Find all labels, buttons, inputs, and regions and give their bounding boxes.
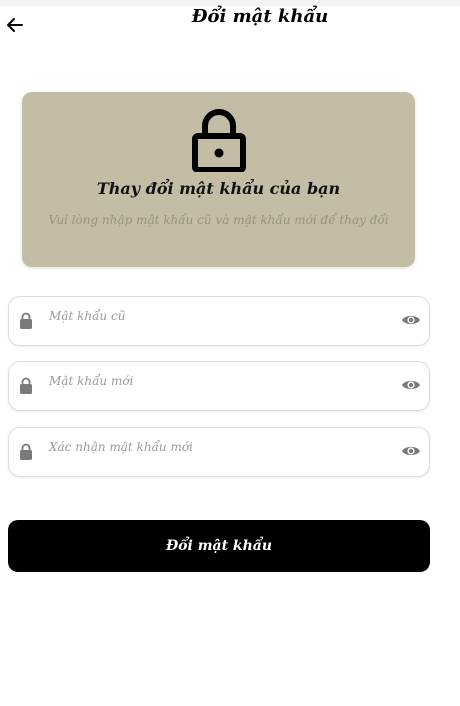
lock-icon — [20, 377, 32, 394]
page-title: Đổi mật khẩu — [191, 6, 329, 27]
lock-icon — [192, 109, 246, 172]
new-password-placeholder: Mật khẩu mới — [49, 374, 134, 388]
eye-icon[interactable] — [401, 313, 421, 327]
lock-icon — [20, 443, 32, 460]
old-password-placeholder: Mật khẩu cũ — [49, 309, 126, 323]
eye-icon[interactable] — [401, 378, 421, 392]
change-password-screen: Đổi mật khẩu Thay đổi mật khẩu của bạn V… — [0, 0, 460, 706]
confirm-password-field[interactable]: Xác nhận mật khẩu mới — [8, 427, 430, 477]
info-card: Thay đổi mật khẩu của bạn Vui lòng nhập … — [22, 92, 415, 267]
change-password-button[interactable]: Đổi mật khẩu — [8, 520, 430, 572]
old-password-field[interactable]: Mật khẩu cũ — [8, 296, 430, 346]
app-bar: Đổi mật khẩu — [0, 0, 460, 40]
lock-icon — [20, 312, 32, 329]
eye-icon[interactable] — [401, 444, 421, 458]
card-subtitle: Vui lòng nhập mật khẩu cũ và mật khẩu mớ… — [48, 213, 389, 227]
card-title: Thay đổi mật khẩu của bạn — [96, 179, 341, 198]
new-password-field[interactable]: Mật khẩu mới — [8, 361, 430, 411]
confirm-password-placeholder: Xác nhận mật khẩu mới — [49, 440, 193, 454]
